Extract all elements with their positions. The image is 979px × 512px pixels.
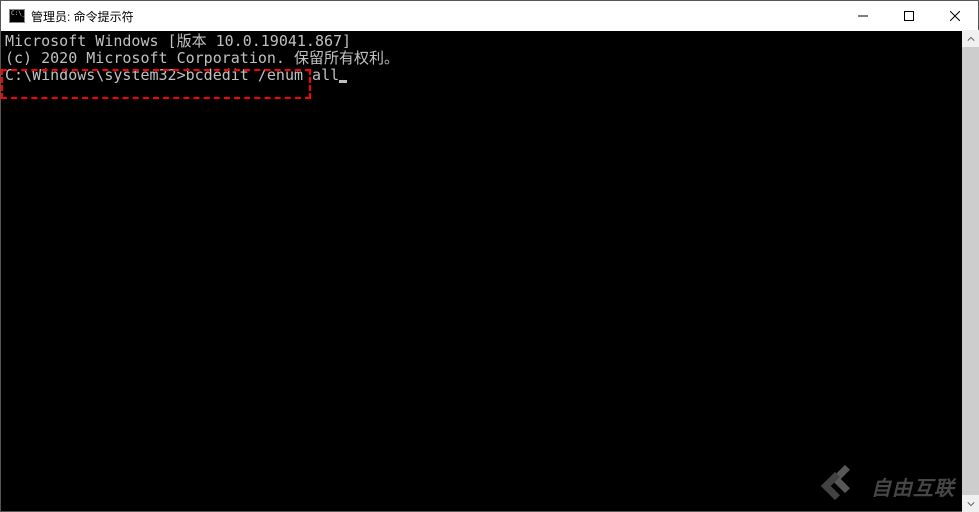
- watermark-text: 自由互联: [871, 472, 955, 501]
- minimize-button[interactable]: [840, 1, 886, 31]
- titlebar[interactable]: 管理员: 命令提示符: [1, 1, 978, 31]
- scroll-track[interactable]: [962, 47, 979, 495]
- window-controls: [840, 1, 978, 31]
- terminal-area[interactable]: Microsoft Windows [版本 10.0.19041.867] (c…: [1, 31, 978, 511]
- prompt-path: C:\Windows\system32>: [5, 66, 186, 84]
- terminal-prompt-line: C:\Windows\system32>bcdedit /enum all: [5, 67, 974, 84]
- scroll-thumb[interactable]: [962, 47, 979, 495]
- window-title: 管理员: 命令提示符: [31, 8, 134, 25]
- cmd-icon: [9, 9, 25, 23]
- maximize-button[interactable]: [886, 1, 932, 31]
- scroll-up-button[interactable]: [962, 30, 979, 47]
- title-left: 管理员: 命令提示符: [1, 8, 134, 25]
- terminal-line-version: Microsoft Windows [版本 10.0.19041.867]: [5, 33, 974, 50]
- close-button[interactable]: [932, 1, 978, 31]
- typed-command: bcdedit /enum all: [186, 66, 340, 84]
- vertical-scrollbar[interactable]: [962, 30, 979, 512]
- cursor: [339, 80, 347, 83]
- watermark: 自由互联: [813, 466, 955, 506]
- command-prompt-window: 管理员: 命令提示符 Microsoft Windows [版本 10.0.19…: [0, 0, 979, 512]
- terminal-line-copyright: (c) 2020 Microsoft Corporation. 保留所有权利。: [5, 50, 974, 67]
- watermark-chevron-icon: [813, 466, 867, 506]
- scroll-down-button[interactable]: [962, 495, 979, 512]
